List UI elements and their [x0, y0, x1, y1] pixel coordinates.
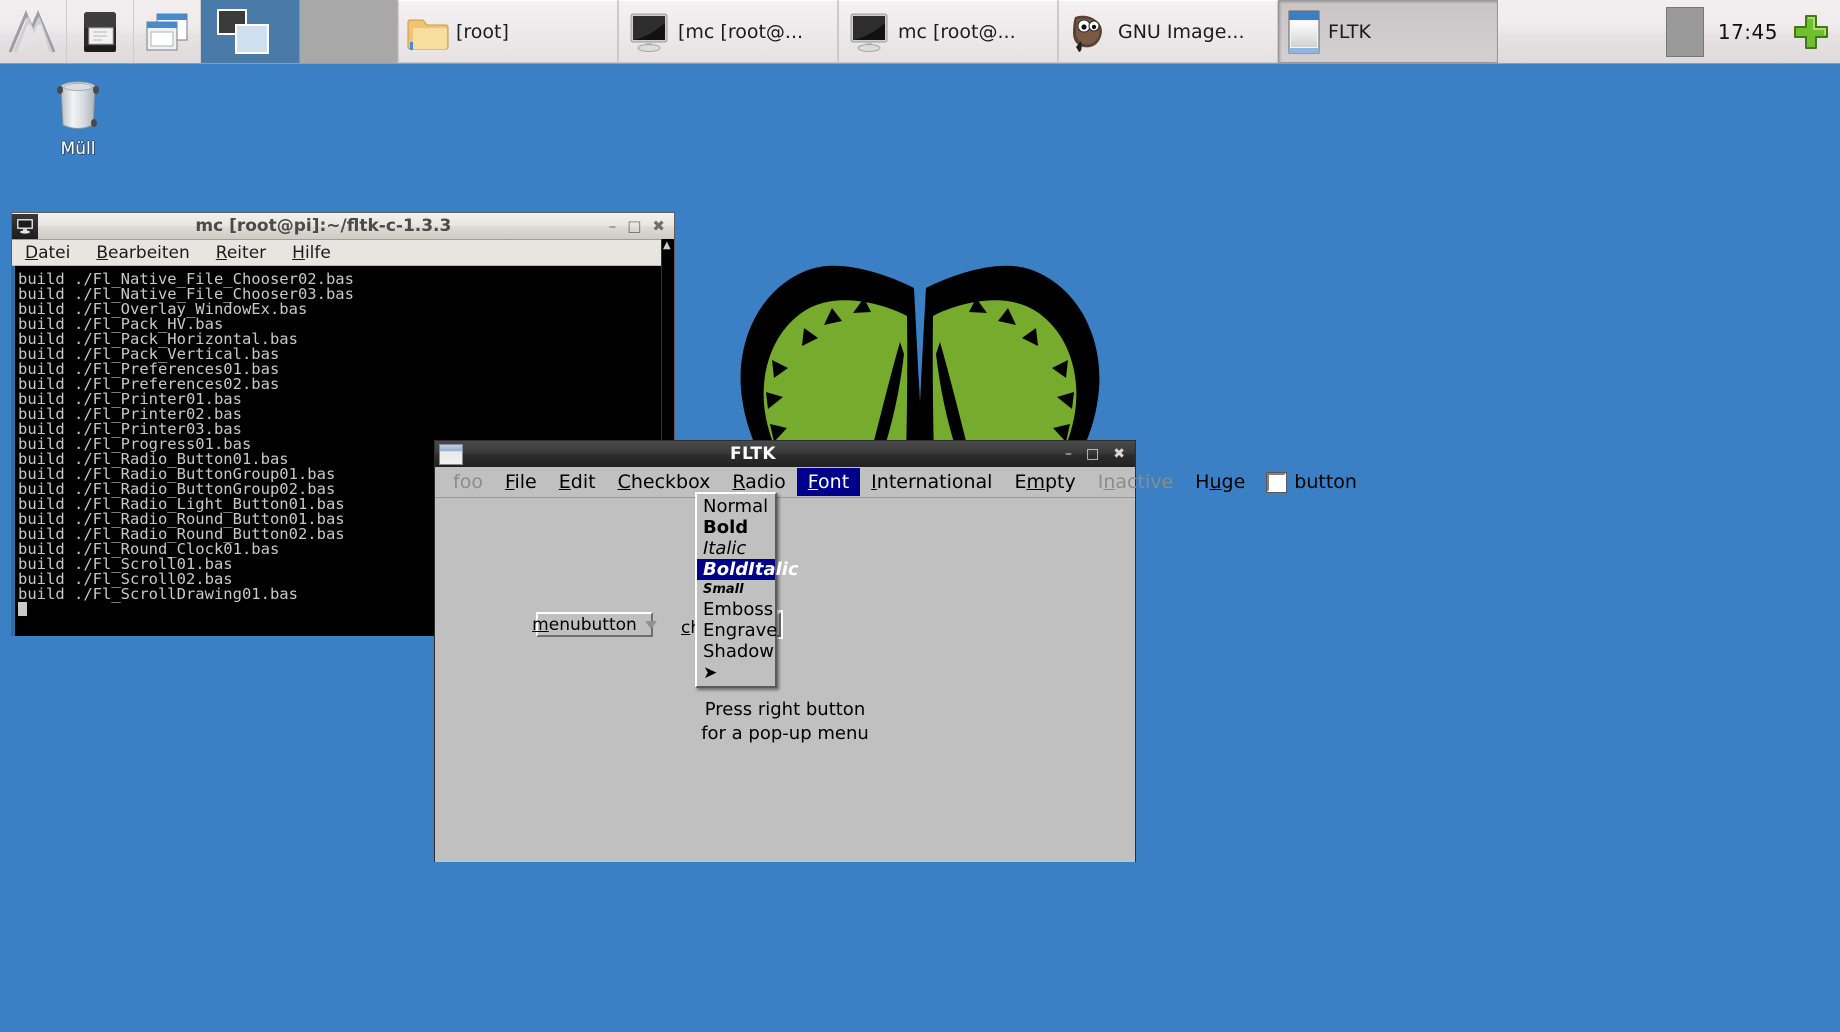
close-icon[interactable]: ✖ [1113, 446, 1125, 462]
task-button-mc-2[interactable]: mc [root@... [838, 0, 1058, 63]
fltk-window-buttons: – □ ✖ [1065, 446, 1135, 462]
fltk-window-title: FLTK [730, 444, 777, 464]
printer-icon [84, 11, 116, 52]
mc-titlebar[interactable]: mc [root@pi]:~/fltk-c-1.3.3 – □ ✖ [12, 213, 674, 240]
minimize-icon[interactable]: – [609, 218, 617, 234]
font-menu-item[interactable]: Bold [697, 517, 775, 538]
maximize-icon[interactable]: □ [627, 218, 641, 234]
menu-item-font[interactable]: Font [796, 468, 861, 496]
monitor-icon [630, 13, 668, 52]
close-icon[interactable]: ✖ [652, 218, 665, 234]
mc-menu-hilfe[interactable]: Hilfe [292, 243, 331, 263]
menu-item-button-label: button [1294, 471, 1357, 493]
launcher-printer[interactable] [67, 0, 134, 63]
task-button-mc-1[interactable]: [mc [root@... [618, 0, 838, 63]
task-label: GNU Image... [1118, 20, 1245, 43]
popup-hint-line2: for a pop-up menu [701, 723, 869, 745]
folder-icon [407, 19, 449, 50]
pager-desktop-2[interactable] [298, 0, 397, 63]
font-dropdown-menu[interactable]: Normal Bold Italic BoldItalic Small Emboss Eng… [695, 492, 799, 688]
menu-item-inactive: Inactive [1097, 471, 1174, 493]
task-label: [root] [456, 20, 509, 43]
desktop-pager[interactable] [201, 0, 398, 63]
fltk-client-area[interactable]: menubutton choice Press right button for… [435, 498, 1135, 862]
task-button-root[interactable]: [root] [398, 0, 618, 63]
font-menu-item[interactable]: Italic [697, 538, 775, 559]
green-plus-icon[interactable] [1792, 13, 1830, 51]
terminal-icon [12, 213, 38, 239]
pager-window-b [235, 24, 269, 54]
mc-menu-bearbeiten[interactable]: Bearbeiten [96, 243, 189, 263]
task-list-empty-space [1498, 0, 1656, 63]
fltk-menubar: foo File Edit Checkbox Radio Font Intern… [435, 467, 1357, 498]
font-menu-item[interactable]: ➤ [697, 662, 775, 684]
fltk-window[interactable]: FLTK – □ ✖ foo File Edit Checkbox Radio … [434, 440, 1357, 862]
desktop-icon-trash[interactable]: Müll [38, 75, 118, 159]
menu-item-international[interactable]: International [860, 468, 1003, 496]
menu-item-foo[interactable]: foo [442, 468, 494, 496]
minimize-icon[interactable]: – [1065, 446, 1072, 462]
clock[interactable]: 17:45 [1718, 20, 1778, 44]
font-menu-item[interactable]: BoldItalic [697, 559, 799, 580]
mc-menu-datei[interactable]: Datei [25, 243, 70, 263]
fltk-window-icon [1288, 10, 1320, 53]
launcher-windows[interactable] [134, 0, 201, 63]
taskbar: [root] [mc [root@... mc [root@... GNU Im… [0, 0, 1840, 64]
font-menu-item[interactable]: Engrave [697, 620, 777, 641]
menubutton-label: menubutton [532, 614, 637, 635]
tray-placeholder[interactable] [1665, 6, 1704, 57]
task-label: [mc [root@... [678, 20, 804, 43]
popup-hint-text: Press right button for a pop-up menu [435, 698, 1135, 747]
gimp-icon [1073, 15, 1102, 52]
terminal-left-edge [12, 266, 15, 636]
scroll-up-icon[interactable]: ▲ [663, 241, 671, 251]
font-menu-item[interactable]: Emboss [697, 599, 775, 620]
xpaint-icon [8, 9, 56, 53]
monitor-icon [850, 13, 888, 52]
task-label: FLTK [1328, 20, 1371, 43]
menu-item-huge[interactable]: Huge [1184, 468, 1256, 496]
menu-item-file[interactable]: File [494, 468, 548, 496]
pager-desktop-1[interactable] [201, 0, 299, 63]
menubutton-widget[interactable]: menubutton [532, 612, 657, 637]
task-button-gimp[interactable]: GNU Image... [1058, 0, 1278, 63]
taskbar-tray: 17:45 [1656, 0, 1840, 63]
font-menu-item[interactable]: Shadow [697, 641, 775, 662]
font-menu-item[interactable]: Small [697, 580, 775, 599]
desktop[interactable]: Müll mc [root@pi]:~/fltk-c-1.3.3 – □ ✖ D… [0, 64, 1840, 1032]
menu-item-edit[interactable]: Edit [548, 468, 607, 496]
font-menu-item[interactable]: Normal [697, 496, 775, 517]
task-label: mc [root@... [898, 20, 1016, 43]
launcher-xpaint[interactable] [0, 0, 67, 63]
popup-hint-line1: Press right button [704, 699, 866, 720]
fltk-titlebar[interactable]: FLTK – □ ✖ [435, 441, 1135, 467]
menu-item-empty[interactable]: Empty [1003, 468, 1086, 496]
mc-menu-reiter[interactable]: Reiter [216, 243, 266, 263]
maximize-icon[interactable]: □ [1086, 446, 1099, 462]
mc-window-buttons: – □ ✖ [609, 218, 674, 234]
trash-icon [57, 81, 99, 129]
desktop-icon-label: Müll [60, 139, 96, 159]
chevron-down-icon [644, 620, 657, 629]
mc-menubar: Datei Bearbeiten Reiter Hilfe [12, 240, 674, 266]
task-list: [root] [mc [root@... mc [root@... GNU Im… [398, 0, 1656, 63]
task-button-fltk[interactable]: FLTK [1278, 0, 1498, 63]
windows-icon [146, 13, 188, 50]
checkbox-icon[interactable] [1267, 472, 1287, 492]
menu-item-button-checkbox[interactable]: button [1256, 468, 1368, 496]
mc-window-title: mc [root@pi]:~/fltk-c-1.3.3 [195, 216, 452, 236]
